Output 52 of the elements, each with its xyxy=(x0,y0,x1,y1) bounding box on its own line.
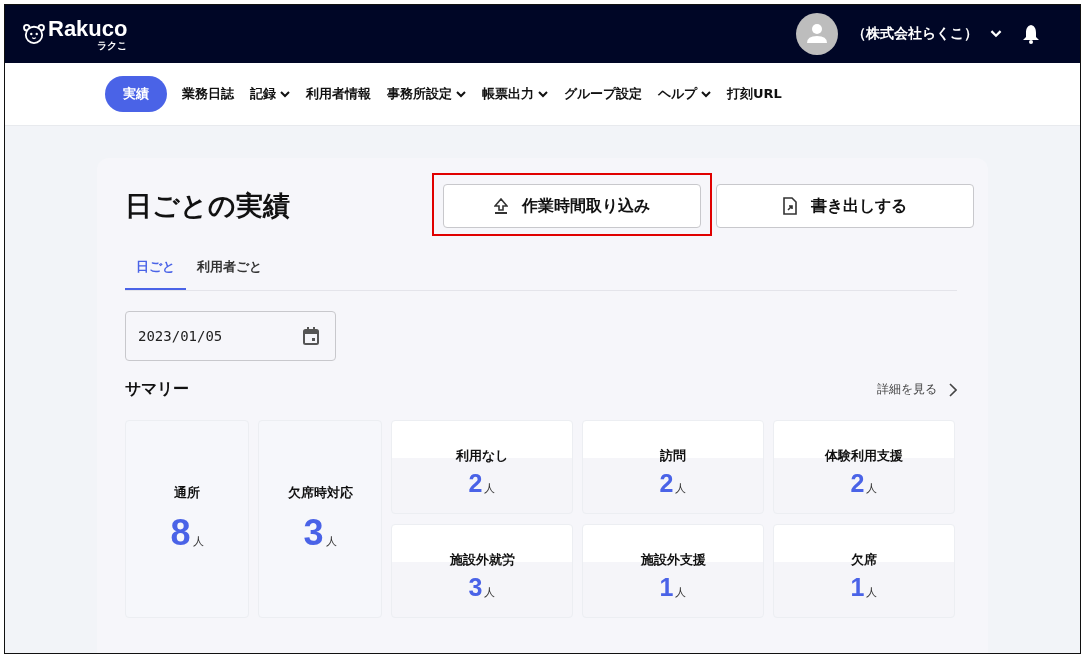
avatar-icon[interactable] xyxy=(796,13,838,55)
tile-label: 体験利用支援 xyxy=(825,446,903,465)
unit-label: 人 xyxy=(484,480,496,496)
unit-label: 人 xyxy=(325,534,337,549)
nav-item[interactable]: 打刻URL xyxy=(720,76,789,112)
unit-label: 人 xyxy=(484,584,496,600)
count-value: 1 xyxy=(659,572,674,602)
count-value: 2 xyxy=(850,468,865,498)
nav-item[interactable]: 実績 xyxy=(105,76,167,112)
account-menu[interactable]: （株式会社らくこ） xyxy=(852,25,1002,43)
unit-label: 人 xyxy=(192,534,204,549)
unit-label: 人 xyxy=(675,584,687,600)
unit-label: 人 xyxy=(866,584,878,600)
page-title: 日ごとの実績 xyxy=(125,189,290,223)
count-value: 1 xyxy=(850,572,865,602)
nav-item[interactable]: 記録 xyxy=(243,76,297,112)
count-value: 8 xyxy=(170,512,191,554)
nav-item[interactable]: 業務日誌 xyxy=(175,76,241,112)
bell-icon[interactable] xyxy=(1022,24,1040,44)
details-link[interactable]: 詳細を見る xyxy=(877,381,957,398)
tile-label: 通所 xyxy=(174,484,200,502)
file-export-icon xyxy=(783,197,797,215)
nav-item[interactable]: 帳票出力 xyxy=(475,76,555,112)
tile-label: 利用なし xyxy=(456,446,508,465)
logo-text: Rakuco xyxy=(48,17,128,40)
unit-label: 人 xyxy=(675,480,687,496)
unit-label: 人 xyxy=(866,480,878,496)
count-value: 3 xyxy=(468,572,483,602)
import-button[interactable]: 作業時間取り込み xyxy=(443,184,701,228)
nav-item[interactable]: 利用者情報 xyxy=(299,76,378,112)
tile-label: 施設外支援 xyxy=(640,550,706,569)
upload-icon xyxy=(494,198,508,214)
count-value: 2 xyxy=(468,468,483,498)
chevron-right-icon xyxy=(949,382,957,397)
count-value: 2 xyxy=(659,468,674,498)
tile-label: 施設外就労 xyxy=(449,550,515,569)
nav-item[interactable]: 事務所設定 xyxy=(380,76,473,112)
nav-item[interactable]: グループ設定 xyxy=(557,76,649,112)
tile-label: 欠席時対応 xyxy=(287,484,353,502)
logo-subtext: ラクこ xyxy=(97,39,128,51)
nav-item[interactable]: ヘルプ xyxy=(651,76,718,112)
date-field[interactable]: 2023/01/05 xyxy=(125,311,336,361)
tab[interactable]: 日ごと xyxy=(125,248,186,290)
count-value: 3 xyxy=(303,512,324,554)
tile-label: 訪問 xyxy=(660,446,686,465)
chevron-down-icon xyxy=(990,30,1002,38)
section-heading: サマリー xyxy=(125,379,189,400)
export-button[interactable]: 書き出しする xyxy=(716,184,974,228)
tile-label: 欠席 xyxy=(851,550,877,569)
bear-logo-icon xyxy=(23,24,45,44)
calendar-icon[interactable] xyxy=(303,327,319,345)
tab[interactable]: 利用者ごと xyxy=(186,248,273,290)
